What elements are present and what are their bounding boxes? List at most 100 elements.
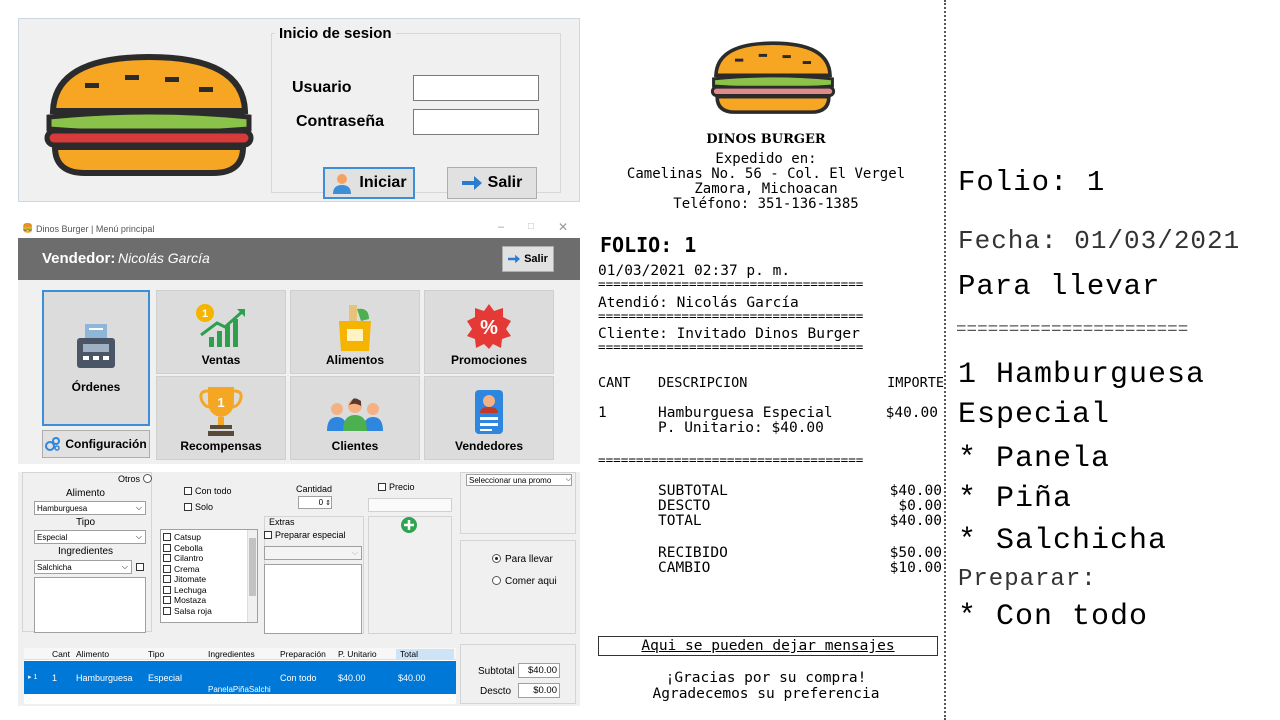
tile-promos[interactable]: % Promociones [424,290,554,374]
receipt-address2: Zamora, Michoacan [694,181,838,197]
table-row[interactable]: ▸ 1 1 Hamburguesa Especial PanelaPiñaSal… [24,661,456,694]
kitchen-fecha: Fecha: 01/03/2021 [958,226,1241,256]
ingredients-checklist[interactable]: Catsup Cebolla Cilantro Crema Jitomate Lechug… [160,529,258,623]
receipt-col-importe: IMPORTE [887,375,944,391]
tile-orders[interactable]: Órdenes [42,290,150,426]
promo-select-value: Seleccionar una promo [469,475,552,485]
burger-logo-icon [710,41,836,114]
preparar-especial-checkbox[interactable]: Preparar especial [264,530,346,540]
solo-checkbox[interactable]: Solo [184,502,213,512]
cell-alimento: Hamburguesa [76,673,133,683]
app-icon: 🍔 [22,223,34,233]
user-input[interactable] [413,75,539,101]
ingredients-added-list[interactable] [34,577,146,633]
receipt-col-cant: CANT [598,375,631,391]
stepper-arrows-icon: ⇕ [325,499,331,507]
promo-select[interactable]: Seleccionar una promo ⌵ [466,474,572,486]
receipt-item-cant: 1 [598,405,607,421]
exit-button[interactable]: Salir [447,167,537,199]
ingrediente-select[interactable]: Salchicha ⌵ [34,560,132,574]
descto-field[interactable]: $0.00 [518,683,560,698]
con-todo-label: Con todo [195,486,232,496]
extras-list[interactable] [264,564,362,634]
para-llevar-radio[interactable]: Para llevar [492,554,553,565]
checkbox-square [163,585,171,594]
otros-radio[interactable]: Otros [118,474,156,484]
kitchen-preparar-value: * Con todo [958,600,1149,634]
precio-input[interactable] [368,498,452,512]
alimento-select[interactable]: Hamburguesa ⌵ [34,501,146,515]
tipo-select[interactable]: Especial ⌵ [34,530,146,544]
ingredient-checkbox-item[interactable]: Catsup [163,532,257,543]
scrollbar-thumb[interactable] [249,538,256,596]
order-table[interactable]: Cant Alimento Tipo Ingredientes Preparac… [24,648,456,704]
trophy-icon: 1 [199,387,243,436]
ingredient-checkbox-item[interactable]: Salsa roja [163,606,257,617]
precio-label: Precio [389,482,415,492]
kitchen-item-line2: Especial [958,398,1111,432]
config-button-label: Configuración [65,437,147,451]
precio-checkbox[interactable]: Precio [378,482,415,492]
ingredient-checkbox-item[interactable]: Cilantro [163,553,257,564]
ingredient-label: Cilantro [174,553,204,563]
chevron-down-icon: ⌵ [351,548,358,557]
ingrediente-checkbox[interactable] [136,563,144,571]
minimize-icon[interactable]: – [498,221,504,233]
receipt-message-box: Aqui se pueden dejar mensajes [598,636,938,656]
subtotal-label: Subtotal [478,666,515,677]
arrow-right-icon [508,254,521,264]
maximize-icon[interactable]: □ [528,221,534,232]
ingredient-checkbox-item[interactable]: Mostaza [163,595,257,606]
chevron-down-icon: ⌵ [121,562,128,571]
receipt-brand: DINOS BURGER [706,132,826,147]
order-form: Otros Alimento Hamburguesa ⌵ Tipo Especia… [18,472,580,706]
ingredient-checkbox-item[interactable]: Jitomate [163,574,257,585]
menu-header: Vendedor: Nicolás García Salir [18,238,580,280]
receipt-item-importe: $40.00 [885,405,938,421]
ingredient-checkbox-item[interactable]: Cebolla [163,543,257,554]
subtotal-field[interactable]: $40.00 [518,663,560,678]
checkbox-square [163,554,171,562]
tile-sales[interactable]: 1 Ventas [156,290,286,374]
ingredient-checkbox-item[interactable]: Lechuga [163,585,257,596]
tile-clients[interactable]: Clientes [290,376,420,460]
tile-orders-label: Órdenes [71,380,121,394]
receipt-phone: Teléfono: 351-136-1385 [673,196,859,212]
add-circle-icon[interactable] [400,516,418,534]
tile-rewards[interactable]: 1 Recompensas [156,376,286,460]
cantidad-stepper[interactable]: 0 ⇕ [298,496,332,509]
cash-register-icon [77,324,115,368]
extras-select[interactable]: ⌵ [264,546,362,560]
close-icon[interactable]: ✕ [558,220,568,234]
cell-tipo: Especial [148,673,183,683]
exit-button-label: Salir [487,174,523,191]
password-input[interactable] [413,109,539,135]
login-button[interactable]: Iniciar [323,167,415,199]
tile-foods[interactable]: Alimentos [290,290,420,374]
con-todo-checkbox[interactable]: Con todo [184,486,232,496]
col-header: Cant [52,649,70,659]
tile-sellers[interactable]: Vendedores [424,376,554,460]
receipt-col-desc: DESCRIPCION [658,375,748,391]
menu-exit-button[interactable]: Salir [502,246,554,272]
checklist-scrollbar[interactable] [247,530,257,622]
checkbox-square [163,564,171,573]
receipt-cambio-label: CAMBIO [658,560,711,576]
tile-rewards-label: Recompensas [180,439,262,453]
config-button[interactable]: Configuración [42,430,150,458]
comer-aqui-radio[interactable]: Comer aqui [492,576,557,587]
otros-label: Otros [118,474,141,484]
descto-label: Descto [480,686,512,697]
password-label: Contraseña [296,113,385,130]
col-header: Preparación [280,649,326,659]
login-button-label: Iniciar [359,174,407,191]
receipt-recibido-value: $50.00 [889,545,942,561]
cell-total: $40.00 [398,673,426,683]
ingredient-checkbox-item[interactable]: Crema [163,564,257,575]
cell-cant: 1 [52,673,58,683]
user-icon [333,174,352,194]
receipt-cambio-value: $10.00 [889,560,942,576]
solo-label: Solo [195,502,214,512]
ingredientes-label: Ingredientes [58,546,114,557]
grocery-bag-icon [339,305,371,351]
